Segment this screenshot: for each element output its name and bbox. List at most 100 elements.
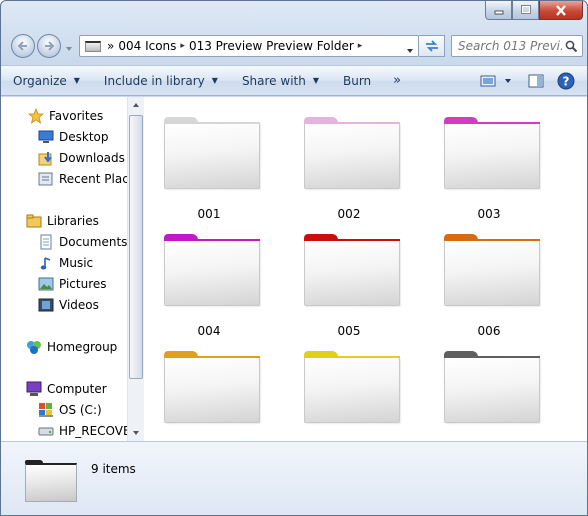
folder-icon xyxy=(164,351,260,423)
recent-pages-dropdown[interactable] xyxy=(65,41,73,55)
nav-computer[interactable]: Computer xyxy=(1,378,129,399)
item-count: 9 items xyxy=(91,462,136,476)
folder-item[interactable]: 003 xyxy=(434,107,544,223)
close-icon xyxy=(556,4,566,16)
burn-button[interactable]: Burn xyxy=(331,69,383,93)
address-bar[interactable]: » 004 Icons ▸ 013 Preview Preview Folder… xyxy=(79,35,419,57)
music-icon xyxy=(37,254,55,272)
refresh-button[interactable] xyxy=(419,35,445,57)
nav-homegroup[interactable]: Homegroup xyxy=(1,336,129,357)
folder-icon xyxy=(304,351,400,423)
organize-label: Organize xyxy=(13,73,67,88)
folder-item[interactable]: 002 xyxy=(294,107,404,223)
breadcrumb-overflow[interactable]: » xyxy=(107,39,114,53)
close-button[interactable] xyxy=(539,1,583,20)
folder-item[interactable]: 008 xyxy=(294,341,404,457)
nav-music[interactable]: Music xyxy=(1,252,129,273)
breadcrumb-separator[interactable]: ▸ xyxy=(180,41,185,51)
folder-item[interactable]: 006 xyxy=(434,224,544,340)
help-icon: ? xyxy=(557,72,575,90)
chevron-down-icon: ▼ xyxy=(312,76,319,85)
preview-pane-icon xyxy=(528,74,544,88)
forward-button[interactable] xyxy=(37,34,61,58)
nav-os-c-label: OS (C:) xyxy=(59,402,102,417)
include-in-library-label: Include in library xyxy=(103,73,205,88)
change-view-button[interactable] xyxy=(475,69,501,93)
scroll-down-button[interactable] xyxy=(128,425,144,441)
arrow-left-icon xyxy=(17,41,27,51)
folder-icon xyxy=(444,117,540,189)
address-history-dropdown[interactable] xyxy=(406,43,414,57)
refresh-icon xyxy=(425,40,438,52)
nav-pictures[interactable]: Pictures xyxy=(1,273,129,294)
chevron-down-icon xyxy=(407,49,413,53)
folder-name: 006 xyxy=(477,324,501,338)
chevron-down-icon: ▼ xyxy=(211,76,218,85)
breadcrumb-004-icons[interactable]: 004 Icons xyxy=(118,39,176,53)
nav-videos[interactable]: Videos xyxy=(1,294,129,315)
include-in-library-button[interactable]: Include in library ▼ xyxy=(92,69,230,93)
chevron-down-icon xyxy=(133,431,139,435)
maximize-icon xyxy=(520,5,531,14)
chevron-down-icon xyxy=(66,47,72,51)
nav-os-c[interactable]: OS (C:) xyxy=(1,399,129,420)
nav-desktop[interactable]: Desktop xyxy=(1,126,129,147)
back-button[interactable] xyxy=(11,34,35,58)
nav-downloads-label: Downloads xyxy=(59,150,125,165)
details-pane: 9 items xyxy=(1,441,587,515)
maximize-button[interactable] xyxy=(512,1,539,20)
nav-homegroup-label: Homegroup xyxy=(47,339,118,354)
breadcrumb-separator[interactable]: ▸ xyxy=(358,41,363,51)
navigation-pane-scrollbar[interactable] xyxy=(127,97,144,441)
chevron-up-icon xyxy=(133,103,139,107)
more-commands-button[interactable]: » xyxy=(383,73,411,88)
folder-item[interactable]: 001 xyxy=(154,107,264,223)
command-bar: Organize ▼ Include in library ▼ Share wi… xyxy=(1,65,587,96)
folder-name: 004 xyxy=(197,324,221,338)
nav-downloads[interactable]: Downloads xyxy=(1,147,129,168)
nav-favorites[interactable]: Favorites xyxy=(1,105,129,126)
help-button[interactable]: ? xyxy=(553,69,579,93)
share-with-label: Share with xyxy=(241,73,306,88)
folder-item[interactable]: 004 xyxy=(154,224,264,340)
nav-documents-label: Documents xyxy=(59,234,128,249)
downloads-icon xyxy=(37,149,55,167)
folder-item[interactable]: 007 xyxy=(154,341,264,457)
library-icon xyxy=(25,212,43,230)
folder-item[interactable]: 005 xyxy=(294,224,404,340)
nav-desktop-label: Desktop xyxy=(59,129,109,144)
nav-libraries[interactable]: Libraries xyxy=(1,210,129,231)
preview-pane-button[interactable] xyxy=(523,69,549,93)
nav-hp-recovery-label: HP_RECOVER xyxy=(59,423,129,438)
scroll-up-button[interactable] xyxy=(128,97,144,113)
windows-drive-icon xyxy=(37,401,55,419)
folder-icon xyxy=(444,351,540,423)
folder-icon xyxy=(304,117,400,189)
nav-recent-places[interactable]: Recent Place xyxy=(1,168,129,189)
breadcrumb-013-preview[interactable]: 013 Preview Preview Folder xyxy=(189,39,354,53)
search-input[interactable] xyxy=(458,39,562,53)
computer-icon xyxy=(25,380,43,398)
view-options-dropdown[interactable] xyxy=(501,69,515,93)
search-box[interactable] xyxy=(451,35,583,57)
svg-text:?: ? xyxy=(563,75,570,89)
folder-thumbnail-icon xyxy=(25,460,77,502)
scrollbar-thumb[interactable] xyxy=(129,115,143,379)
star-icon xyxy=(27,107,45,125)
explorer-window: » 004 Icons ▸ 013 Preview Preview Folder… xyxy=(0,0,588,516)
organize-button[interactable]: Organize ▼ xyxy=(1,69,92,93)
minimize-button[interactable] xyxy=(485,1,512,20)
nav-recent-places-label: Recent Place xyxy=(59,171,129,186)
file-list: 001 002 003 004 005 006 007 008 009 xyxy=(144,97,587,455)
nav-pictures-label: Pictures xyxy=(59,276,107,291)
share-with-button[interactable]: Share with ▼ xyxy=(230,69,331,93)
nav-hp-recovery[interactable]: HP_RECOVER xyxy=(1,420,129,441)
homegroup-icon xyxy=(25,338,43,356)
nav-computer-label: Computer xyxy=(47,381,107,396)
search-icon[interactable] xyxy=(565,40,578,56)
nav-documents[interactable]: Documents xyxy=(1,231,129,252)
folder-icon xyxy=(85,40,101,52)
burn-label: Burn xyxy=(343,73,372,88)
folder-item[interactable]: 009 xyxy=(434,341,544,457)
nav-favorites-label: Favorites xyxy=(49,108,104,123)
